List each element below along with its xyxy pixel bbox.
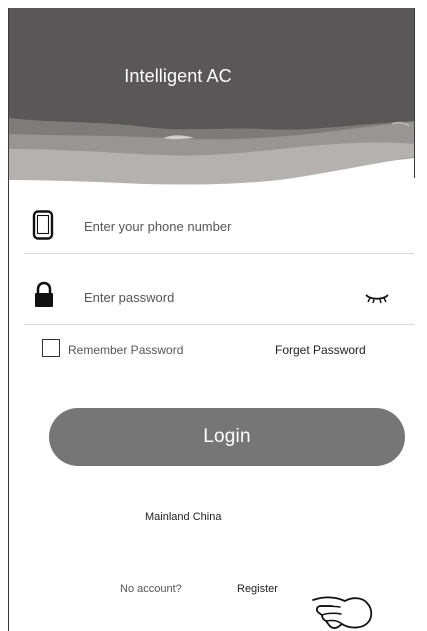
no-account-text: No account? — [120, 583, 182, 595]
lock-icon — [32, 281, 56, 314]
eye-closed-icon[interactable] — [363, 289, 391, 305]
password-field-row — [24, 273, 414, 321]
phone-icon — [32, 210, 54, 245]
phone-number-input[interactable] — [84, 202, 342, 250]
register-link[interactable]: Register — [237, 583, 278, 595]
remember-password-label[interactable]: Remember Password — [68, 343, 183, 357]
password-field-divider — [24, 324, 414, 325]
login-screen: Intelligent AC Remember Password Forget … — [0, 0, 427, 631]
password-input[interactable] — [84, 273, 342, 321]
login-button[interactable]: Login — [49, 408, 405, 466]
forget-password-link[interactable]: Forget Password — [275, 343, 366, 357]
phone-field-row — [24, 202, 414, 250]
frame-border-right — [414, 8, 415, 178]
header-wave-background — [9, 8, 414, 186]
header-banner: Intelligent AC — [9, 8, 414, 186]
pointing-hand-icon — [310, 589, 378, 630]
region-selector[interactable]: Mainland China — [145, 511, 221, 523]
phone-field-divider — [24, 253, 414, 254]
app-title: Intelligent AC — [124, 66, 232, 86]
remember-password-checkbox[interactable] — [42, 339, 60, 357]
